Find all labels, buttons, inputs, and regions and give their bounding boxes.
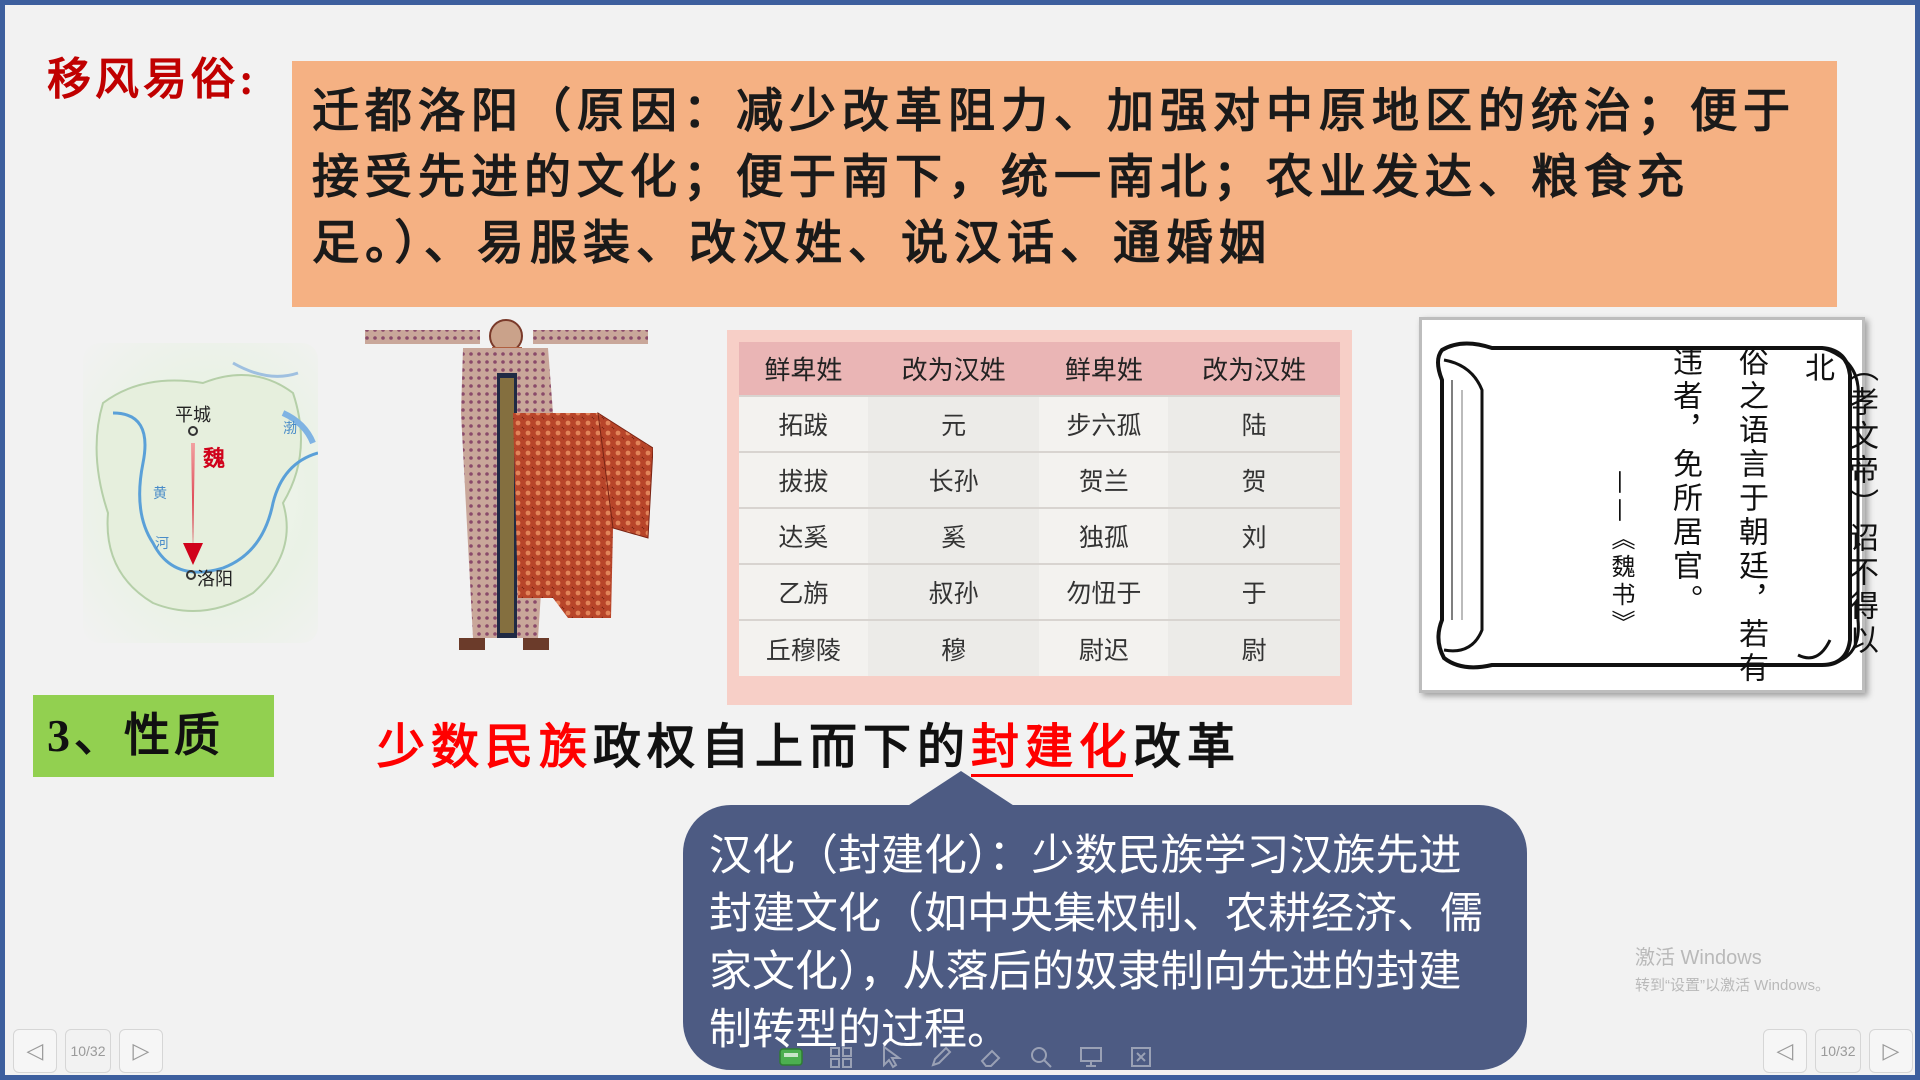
column-header: 鲜卑姓 xyxy=(739,342,868,396)
activate-windows-title: 激活 Windows xyxy=(1635,947,1762,969)
reform-nature-statement: 少数民族政权自上而下的封建化改革 xyxy=(377,707,1241,777)
activate-windows-subtitle: 转到“设置”以激活 Windows。 xyxy=(1635,977,1831,994)
table-cell: 步六孤 xyxy=(1039,395,1169,452)
table-cell: 贺兰 xyxy=(1039,451,1169,508)
edict-line-3: 违者，免所居官。 xyxy=(1667,346,1702,618)
surname-change-table: 鲜卑姓 改为汉姓 鲜卑姓 改为汉姓 拓跋 元 步六孤 陆 拔拔 长孙 贺兰 贺 xyxy=(739,342,1340,676)
map-label-river-1: 黄 xyxy=(153,485,167,501)
table-cell: 奚 xyxy=(867,507,1040,564)
table-row: 乙旃 叔孙 勿忸于 于 xyxy=(739,563,1340,620)
table-cell: 拔拔 xyxy=(739,451,868,508)
exit-icon[interactable] xyxy=(1121,1037,1161,1077)
table-row: 拓跋 元 步六孤 陆 xyxy=(739,395,1340,452)
xianbei-robe-illustration xyxy=(363,318,654,658)
table-cell: 贺 xyxy=(1168,451,1340,508)
column-header: 鲜卑姓 xyxy=(1039,342,1169,396)
map-label-river-2: 河 xyxy=(155,535,169,551)
surname-change-table-panel: 鲜卑姓 改为汉姓 鲜卑姓 改为汉姓 拓跋 元 步六孤 陆 拔拔 长孙 贺兰 贺 xyxy=(727,330,1352,705)
eraser-icon[interactable] xyxy=(971,1037,1011,1077)
table-cell: 拓跋 xyxy=(739,395,868,452)
table-cell: 刘 xyxy=(1168,507,1340,564)
table-row: 达奚 奚 独孤 刘 xyxy=(739,507,1340,564)
table-header-row: 鲜卑姓 改为汉姓 鲜卑姓 改为汉姓 xyxy=(739,342,1340,396)
minority-ethnic-text: 少数民族 xyxy=(377,721,594,774)
map-label-pingcheng: 平城 xyxy=(175,405,211,425)
pen-icon[interactable] xyxy=(921,1037,961,1077)
screen-icon[interactable] xyxy=(1071,1037,1111,1077)
edict-source: ——《魏书》 xyxy=(1607,470,1635,638)
slide: 移风易俗: 迁都洛阳（原因：减少改革阻力、加强对中原地区的统治；便于接受先进的文… xyxy=(0,0,1920,1080)
table-cell: 乙旃 xyxy=(739,563,868,620)
presentation-toolbar xyxy=(765,1035,1165,1079)
table-cell: 丘穆陵 xyxy=(739,619,868,676)
column-header: 改为汉姓 xyxy=(867,342,1040,396)
table-cell: 尉 xyxy=(1168,619,1340,676)
prev-slide-button-right[interactable]: ◁ xyxy=(1763,1029,1807,1073)
section-heading: 移风易俗: xyxy=(47,55,258,104)
map-label-wei: 魏 xyxy=(203,446,226,471)
slide-counter-right: 10/32 xyxy=(1815,1029,1861,1073)
table-row: 拔拔 长孙 贺兰 贺 xyxy=(739,451,1340,508)
column-header: 改为汉姓 xyxy=(1168,342,1340,396)
slide-counter-left: 10/32 xyxy=(65,1029,111,1073)
prev-slide-button[interactable]: ◁ xyxy=(13,1029,57,1073)
reform-text: 改革 xyxy=(1133,721,1242,774)
table-cell: 达奚 xyxy=(739,507,868,564)
grid-icon[interactable] xyxy=(821,1037,861,1077)
table-cell: 尉迟 xyxy=(1039,619,1169,676)
map-drawing xyxy=(95,361,318,612)
activate-windows-watermark: 激活 Windows 转到“设置”以激活 Windows。 xyxy=(1635,941,1830,995)
table-cell: 陆 xyxy=(1168,395,1340,452)
table-cell: 穆 xyxy=(867,619,1040,676)
table-cell: 长孙 xyxy=(867,451,1040,508)
edict-scroll-image: （孝文帝）诏不得以北 俗之语言于朝廷，若有 违者，免所居官。 ——《魏书》 xyxy=(1419,317,1878,693)
edict-line-1: （孝文帝）诏不得以北 xyxy=(1799,352,1878,658)
map-label-luoyang: 洛阳 xyxy=(197,569,233,589)
section-3-label: 3、性质 xyxy=(33,695,274,777)
table-cell: 叔孙 xyxy=(867,563,1040,620)
next-slide-button[interactable]: ▷ xyxy=(119,1029,163,1073)
map-label-sea: 渤 xyxy=(283,420,297,436)
table-cell: 元 xyxy=(867,395,1040,452)
table-cell: 于 xyxy=(1168,563,1340,620)
table-row: 丘穆陵 穆 尉迟 尉 xyxy=(739,619,1340,676)
sinicization-callout: 汉化（封建化）：少数民族学习汉族先进封建文化（如中央集权制、农耕经济、儒家文化）… xyxy=(683,805,1527,1070)
capital-move-map: 平城 魏 黄 河 渤 洛阳 xyxy=(83,343,318,643)
pointer-icon[interactable] xyxy=(871,1037,911,1077)
regime-text: 政权自上而下的 xyxy=(593,721,972,774)
zoom-icon[interactable] xyxy=(1021,1037,1061,1077)
edict-line-2: 俗之语言于朝廷，若有 xyxy=(1733,346,1768,686)
next-slide-button-right[interactable]: ▷ xyxy=(1869,1029,1913,1073)
table-cell: 独孤 xyxy=(1039,507,1169,564)
callout-pointer xyxy=(903,771,1019,809)
slide-icon[interactable] xyxy=(771,1037,811,1077)
feudalization-text: 封建化 xyxy=(971,721,1134,777)
reform-content-box: 迁都洛阳（原因：减少改革阻力、加强对中原地区的统治；便于接受先进的文化；便于南下… xyxy=(292,61,1837,307)
table-cell: 勿忸于 xyxy=(1039,563,1169,620)
